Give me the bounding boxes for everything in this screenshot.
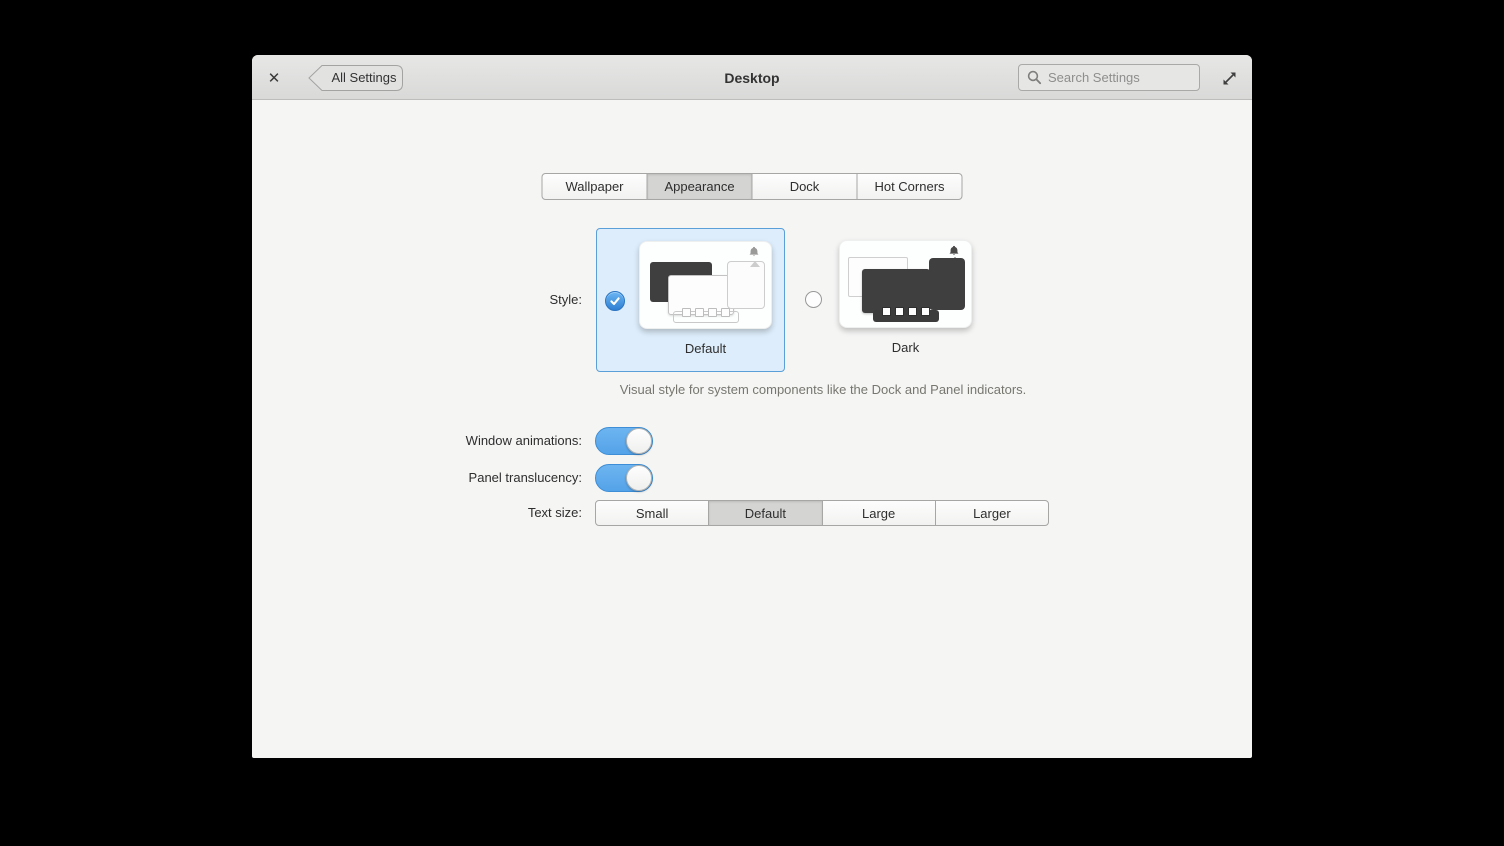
style-option-dark[interactable]: Dark: [797, 228, 986, 372]
close-button[interactable]: ✕: [260, 64, 288, 92]
radio-unchecked-icon[interactable]: [805, 291, 822, 308]
text-size-default[interactable]: Default: [708, 500, 822, 526]
text-size-larger[interactable]: Larger: [935, 500, 1049, 526]
dark-option-label: Dark: [892, 340, 919, 355]
dark-style-preview: [839, 240, 972, 328]
window-animations-toggle[interactable]: [595, 427, 653, 455]
settings-window: ✕ All Settings Desktop: [252, 55, 1252, 758]
panel-translucency-label: Panel translucency:: [252, 469, 582, 487]
window-animations-label: Window animations:: [252, 432, 582, 450]
desktop-tabbar: Wallpaper Appearance Dock Hot Corners: [542, 173, 963, 200]
appearance-pane: Wallpaper Appearance Dock Hot Corners St…: [252, 100, 1252, 758]
default-style-preview: [639, 241, 772, 329]
search-input[interactable]: [1048, 70, 1188, 85]
style-label: Style:: [252, 291, 582, 309]
tab-dock[interactable]: Dock: [752, 173, 858, 200]
text-size-small[interactable]: Small: [595, 500, 709, 526]
text-size-label: Text size:: [252, 504, 582, 522]
headerbar: ✕ All Settings Desktop: [252, 55, 1252, 100]
preview-panel-popover: [727, 261, 765, 309]
search-field[interactable]: [1018, 64, 1200, 91]
search-icon: [1027, 70, 1042, 85]
expand-icon: [1221, 70, 1238, 87]
panel-translucency-toggle[interactable]: [595, 464, 653, 492]
text-size-large[interactable]: Large: [822, 500, 936, 526]
default-option-label: Default: [685, 341, 726, 356]
tab-hot-corners[interactable]: Hot Corners: [857, 173, 963, 200]
style-caption: Visual style for system components like …: [595, 382, 1051, 397]
back-button-label: All Settings: [327, 64, 401, 91]
tab-appearance[interactable]: Appearance: [647, 173, 753, 200]
style-option-default[interactable]: Default: [596, 228, 785, 372]
text-size-segmented-control: Small Default Large Larger: [595, 500, 1049, 526]
close-icon: ✕: [268, 69, 281, 87]
preview-dock-items: [882, 307, 930, 316]
toggle-knob: [626, 428, 652, 454]
tab-wallpaper[interactable]: Wallpaper: [542, 173, 648, 200]
radio-checked-icon[interactable]: [605, 291, 625, 311]
toggle-knob: [626, 465, 652, 491]
maximize-button[interactable]: [1218, 67, 1240, 89]
preview-panel-popover: [929, 258, 965, 310]
checkmark-icon: [609, 295, 621, 307]
all-settings-back-button[interactable]: All Settings: [307, 64, 404, 92]
preview-dock-items: [682, 308, 730, 317]
